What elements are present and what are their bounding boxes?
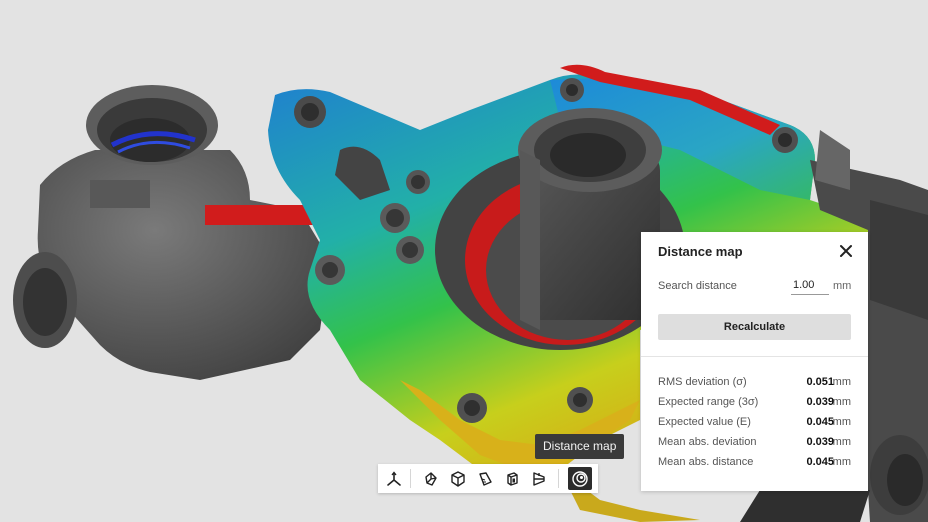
- stat-row-rms-deviation: RMS deviation (σ) 0.051 mm: [658, 376, 851, 396]
- view-front-button[interactable]: [419, 467, 443, 490]
- view-section-icon: [533, 471, 545, 486]
- view-front-icon: [425, 471, 437, 486]
- axes-button[interactable]: [382, 467, 406, 490]
- stat-row-expected-value: Expected value (E) 0.045 mm: [658, 416, 851, 436]
- stat-value: 0.045: [806, 416, 834, 428]
- stat-unit: mm: [832, 456, 851, 468]
- search-distance-input[interactable]: [791, 276, 829, 295]
- close-icon: [840, 245, 852, 257]
- view-top-icon: [507, 471, 518, 486]
- stat-unit: mm: [832, 376, 851, 388]
- stat-label: Mean abs. distance: [658, 456, 754, 468]
- stat-row-mean-abs-distance: Mean abs. distance 0.045 mm: [658, 456, 851, 476]
- recalculate-button[interactable]: Recalculate: [658, 314, 851, 340]
- search-distance-unit: mm: [833, 280, 852, 292]
- stat-label: Expected range (3σ): [658, 396, 759, 408]
- stat-value: 0.045: [806, 456, 834, 468]
- search-distance-label: Search distance: [658, 280, 737, 292]
- stat-value: 0.039: [806, 436, 834, 448]
- view-side-button[interactable]: [473, 467, 497, 490]
- stat-label: Mean abs. deviation: [658, 436, 757, 448]
- distance-map-button[interactable]: [568, 467, 592, 490]
- distance-map-icon: [572, 470, 588, 487]
- stat-label: Expected value (E): [658, 416, 751, 428]
- stat-value: 0.051: [806, 376, 834, 388]
- view-side-icon: [479, 471, 492, 486]
- stat-unit: mm: [832, 396, 851, 408]
- view-top-button[interactable]: [500, 467, 524, 490]
- view-section-button[interactable]: [527, 467, 551, 490]
- stat-unit: mm: [832, 416, 851, 428]
- divider: [641, 356, 868, 357]
- stat-unit: mm: [832, 436, 851, 448]
- view-toolbar: [378, 464, 598, 493]
- distance-map-tooltip: Distance map: [535, 434, 625, 459]
- stat-label: RMS deviation (σ): [658, 376, 747, 388]
- panel-title: Distance map: [658, 244, 743, 259]
- view-iso-button[interactable]: [446, 467, 470, 490]
- distance-map-panel: Distance map Search distance mm Recalcul…: [641, 232, 868, 491]
- axes-icon: [387, 470, 401, 486]
- statistics-list: RMS deviation (σ) 0.051 mm Expected rang…: [658, 376, 851, 476]
- stat-row-mean-abs-deviation: Mean abs. deviation 0.039 mm: [658, 436, 851, 456]
- stat-value: 0.039: [806, 396, 834, 408]
- view-iso-icon: [451, 470, 465, 487]
- stat-row-expected-range: Expected range (3σ) 0.039 mm: [658, 396, 851, 416]
- toolbar-separator: [410, 469, 411, 488]
- toolbar-separator: [558, 469, 559, 488]
- close-button[interactable]: [837, 242, 855, 260]
